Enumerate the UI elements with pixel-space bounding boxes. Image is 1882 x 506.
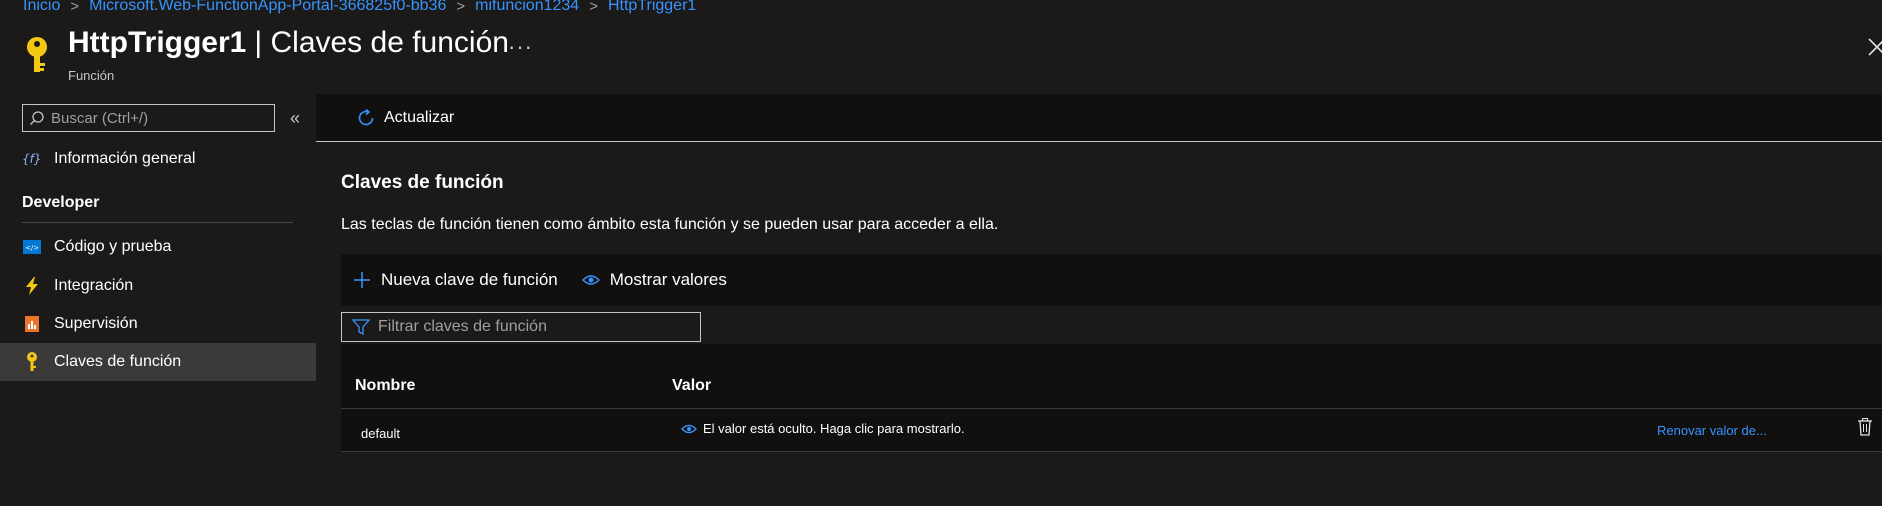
breadcrumb-function[interactable]: mifuncion1234 xyxy=(475,0,579,15)
hidden-value-text: El valor está oculto. Haga clic para mos… xyxy=(703,421,965,436)
page-subtitle: Función xyxy=(68,68,115,83)
filter-keys-input[interactable]: Filtrar claves de función xyxy=(341,312,701,342)
svg-text:</>: </> xyxy=(25,244,39,252)
filter-icon xyxy=(352,319,370,336)
breadcrumb-function-app[interactable]: Microsoft.Web-FunctionApp-Portal-366825f… xyxy=(89,0,446,15)
eye-icon xyxy=(681,424,697,433)
svg-text:{f}: {f} xyxy=(22,152,42,166)
sidebar-item-overview[interactable]: {f} Información general xyxy=(0,140,316,178)
sidebar-item-label: Información general xyxy=(54,150,196,167)
table-divider xyxy=(341,451,1882,452)
sidebar-item-label: Código y prueba xyxy=(54,238,172,255)
breadcrumb-separator: > xyxy=(589,0,598,15)
refresh-button[interactable]: Actualizar xyxy=(356,108,454,128)
eye-icon xyxy=(581,275,600,285)
sidebar-item-function-keys[interactable]: Claves de función xyxy=(0,343,316,381)
collapse-sidebar-button[interactable]: « xyxy=(290,108,300,129)
key-value-cell[interactable]: El valor está oculto. Haga clic para mos… xyxy=(681,421,965,436)
refresh-icon xyxy=(358,108,374,125)
sidebar-section-developer: Developer xyxy=(22,194,293,223)
breadcrumb-separator: > xyxy=(70,0,80,15)
key-icon xyxy=(22,352,42,372)
sidebar-search-input[interactable]: Buscar (Ctrl+/) xyxy=(22,104,275,132)
filter-placeholder: Filtrar claves de función xyxy=(378,318,547,335)
keys-action-bar: Nueva clave de función Mostrar valores xyxy=(341,254,1882,306)
monitor-icon xyxy=(22,314,42,334)
plus-icon xyxy=(354,272,370,288)
close-icon[interactable] xyxy=(1866,36,1882,58)
delete-icon[interactable] xyxy=(1857,418,1873,436)
sidebar-item-monitor[interactable]: Supervisión xyxy=(0,305,316,343)
new-function-key-label: Nueva clave de función xyxy=(381,270,558,289)
lightning-icon xyxy=(22,276,42,296)
sidebar-item-integration[interactable]: Integración xyxy=(0,267,316,305)
breadcrumb: Inicio > Microsoft.Web-FunctionApp-Porta… xyxy=(23,0,696,16)
breadcrumb-trigger[interactable]: HttpTrigger1 xyxy=(608,0,696,15)
show-values-button[interactable]: Mostrar valores xyxy=(581,270,727,290)
key-icon xyxy=(27,37,47,72)
page-title-name: HttpTrigger1 xyxy=(68,26,247,59)
section-description: Las teclas de función tienen como ámbito… xyxy=(341,216,999,233)
search-icon xyxy=(30,111,44,125)
page-title: HttpTrigger1 | Claves de función xyxy=(68,26,509,60)
sidebar: Buscar (Ctrl+/) « {f} Información genera… xyxy=(0,94,316,506)
breadcrumb-home[interactable]: Inicio xyxy=(23,0,60,15)
key-name-cell: default xyxy=(361,426,401,441)
section-title: Claves de función xyxy=(341,172,504,193)
sidebar-item-label: Integración xyxy=(54,277,134,294)
main-content: Actualizar Claves de función Las teclas … xyxy=(316,94,1882,506)
function-keys-table: Nombre Valor default El valor está ocult… xyxy=(341,344,1882,452)
sidebar-item-code-test[interactable]: </> Código y prueba xyxy=(0,228,316,266)
breadcrumb-separator: > xyxy=(456,0,466,15)
new-function-key-button[interactable]: Nueva clave de función xyxy=(353,270,558,290)
renew-key-link[interactable]: Renovar valor de... xyxy=(1657,423,1767,438)
more-options-button[interactable]: ··· xyxy=(508,34,533,60)
column-header-value[interactable]: Valor xyxy=(672,377,711,395)
sidebar-search-placeholder: Buscar (Ctrl+/) xyxy=(51,109,149,127)
show-values-label: Mostrar valores xyxy=(609,270,727,289)
refresh-label: Actualizar xyxy=(384,108,455,126)
column-header-name[interactable]: Nombre xyxy=(355,377,415,395)
page-title-section: | Claves de función xyxy=(254,26,509,59)
code-icon: </> xyxy=(22,237,42,257)
function-icon: {f} xyxy=(22,149,42,169)
table-divider xyxy=(341,408,1882,409)
sidebar-item-label: Supervisión xyxy=(54,315,138,332)
sidebar-item-label: Claves de función xyxy=(54,353,182,370)
command-bar: Actualizar xyxy=(316,94,1882,142)
